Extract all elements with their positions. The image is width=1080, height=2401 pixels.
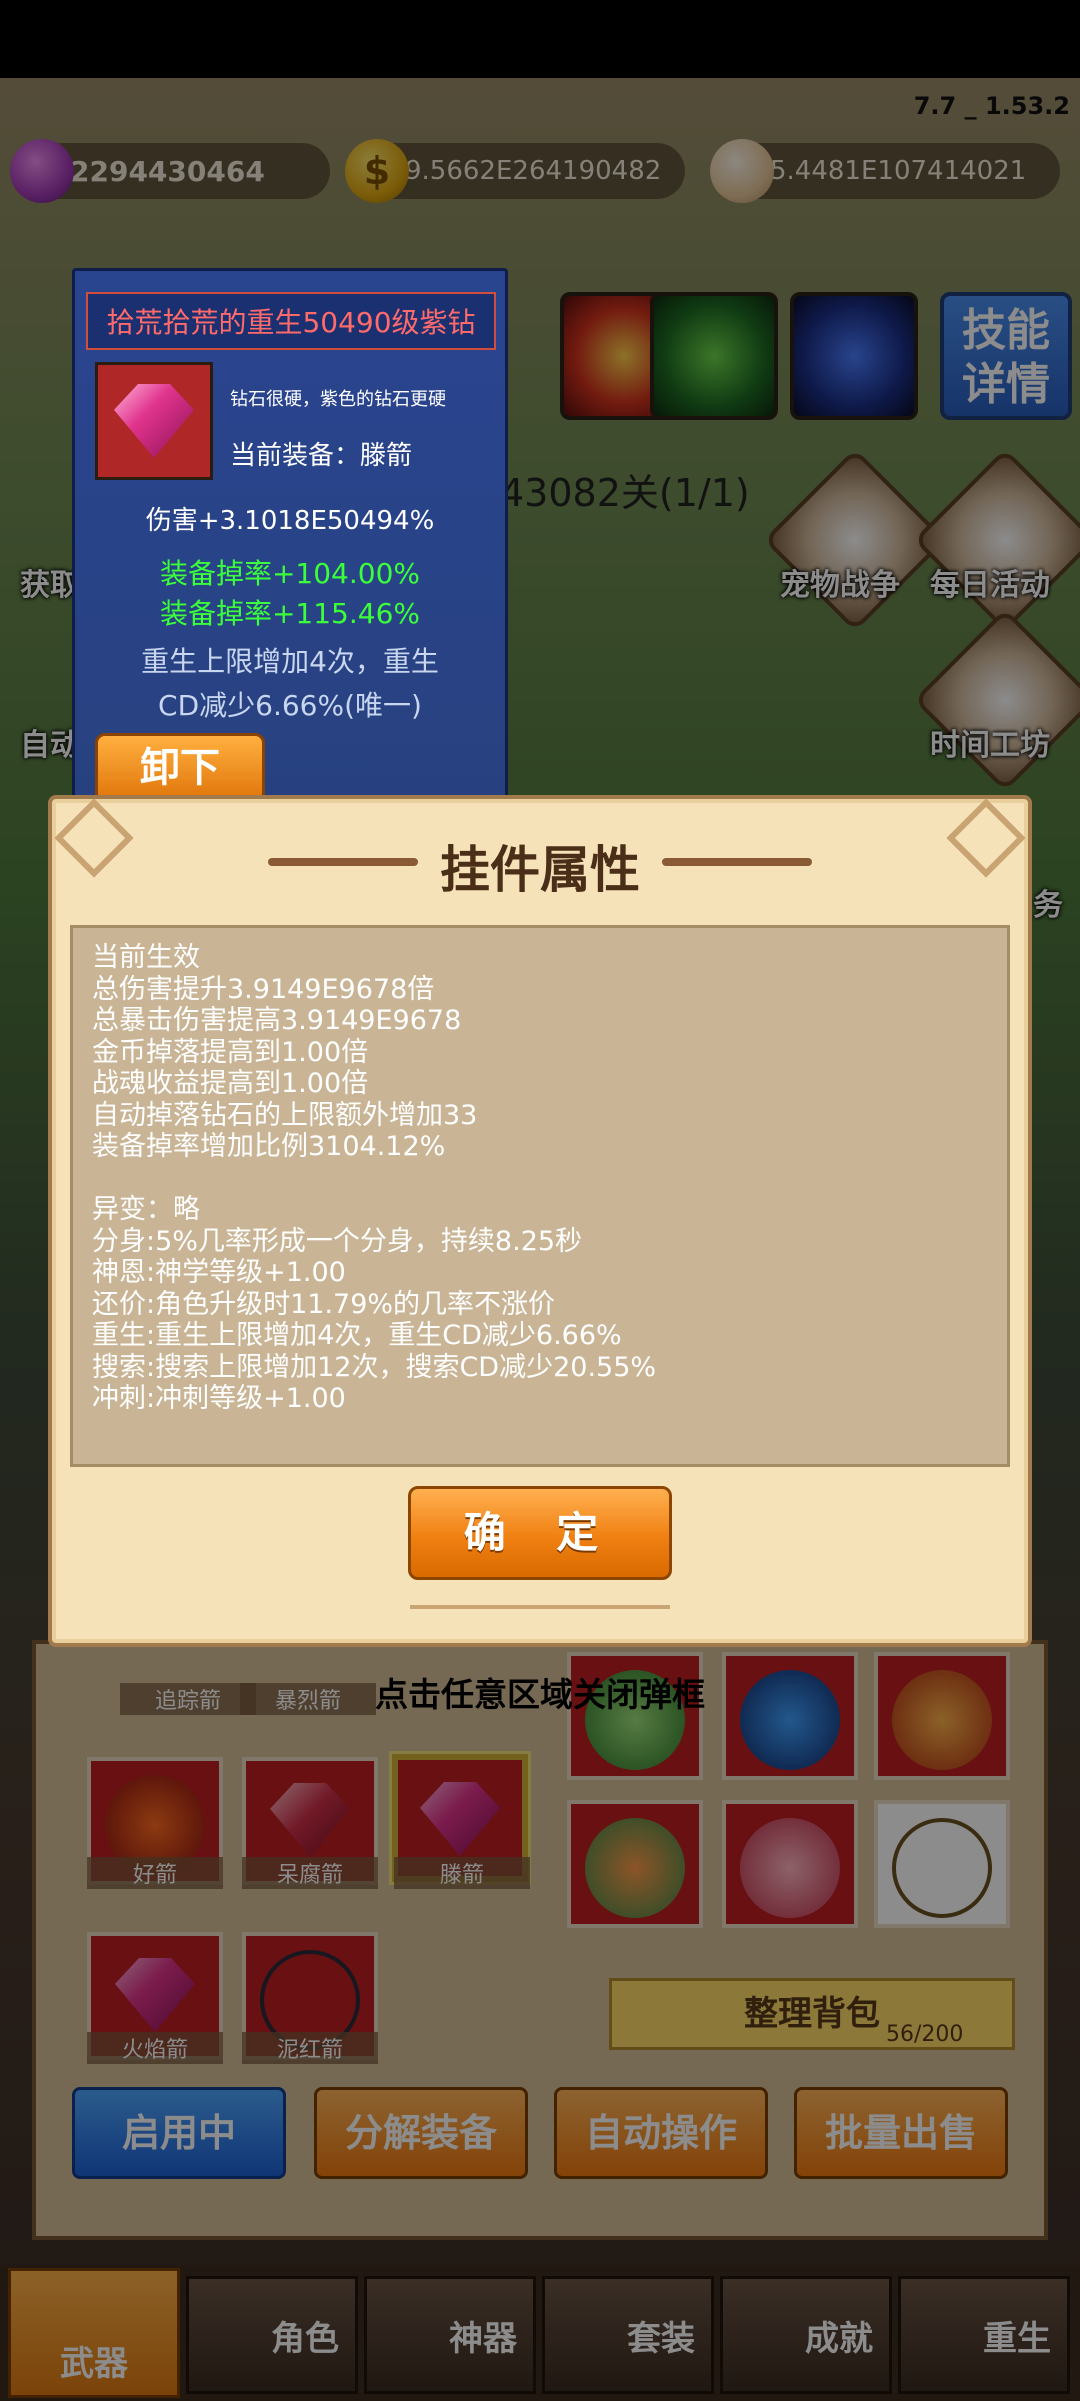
status-bar xyxy=(0,0,1080,78)
equip-title: 拾荒拾荒的重生50490级紫钻 xyxy=(86,292,496,350)
equip-drop-rate-2: 装备掉率+115.46% xyxy=(159,597,421,630)
equip-damage: 伤害+3.1018E50494% xyxy=(145,506,435,536)
tap-to-close-hint: 点击任意区域关闭弹框 xyxy=(375,1675,705,1714)
dialog-attributes-text: 当前生效 总伤害提升3.9149E9678倍 总暴击伤害提高3.9149E967… xyxy=(92,942,657,1414)
dialog-title: 挂件属性 xyxy=(440,841,640,899)
equip-current: 当前装备：滕箭 xyxy=(230,441,413,471)
purple-diamond-icon xyxy=(95,362,213,480)
equip-rebirth-effect: 重生上限增加4次，重生 CD减少6.66%(唯一) xyxy=(141,645,439,722)
equip-drop-rate-1: 装备掉率+104.00% xyxy=(159,557,421,590)
bottom-ornament xyxy=(410,1605,670,1609)
equip-description: 钻石很硬，紫色的钻石更硬 xyxy=(230,389,446,410)
unload-button[interactable]: 卸下 xyxy=(95,733,265,803)
confirm-button[interactable]: 确 定 xyxy=(408,1486,672,1580)
